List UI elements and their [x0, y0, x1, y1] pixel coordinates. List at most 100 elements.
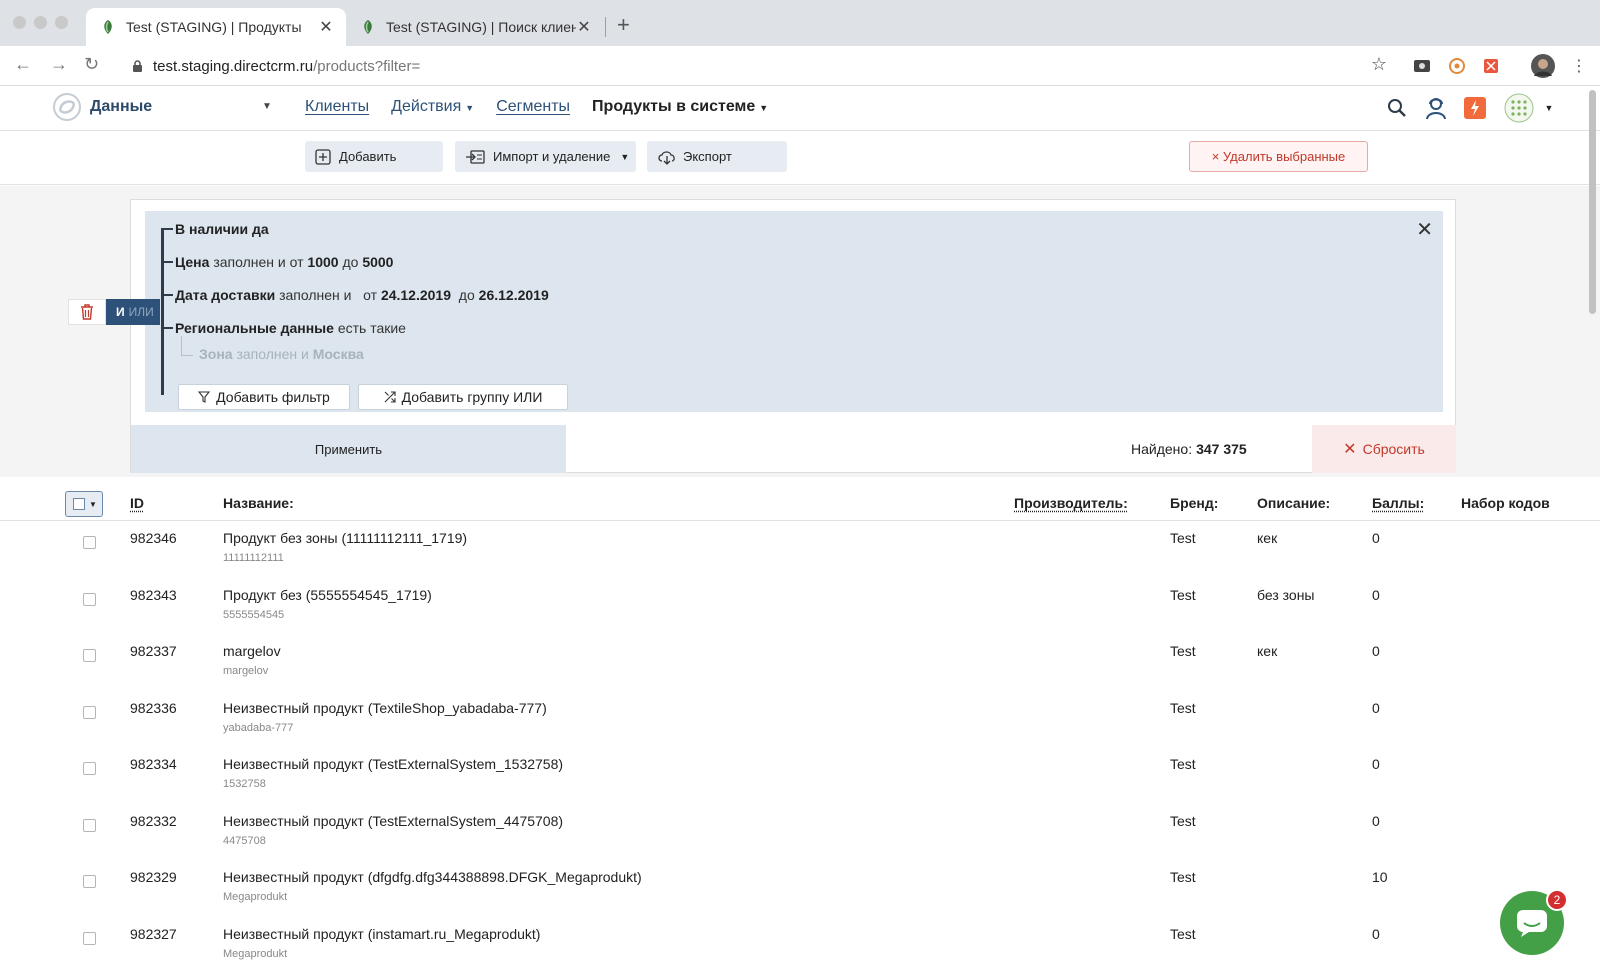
export-button-label: Экспорт — [683, 149, 732, 164]
and-or-toggle[interactable]: И ИЛИ — [106, 299, 160, 325]
row-checkbox[interactable] — [83, 705, 96, 719]
window-zoom-dot[interactable] — [55, 16, 68, 29]
extension-icon[interactable] — [1481, 56, 1501, 76]
browser-menu-icon[interactable]: ⋮ — [1569, 56, 1589, 76]
filter-field: В наличии — [175, 221, 249, 237]
filter-row-price[interactable]: Цена заполнен и от 1000 до 5000 — [161, 254, 393, 270]
row-checkbox[interactable] — [83, 818, 96, 832]
close-icon[interactable]: ✕ — [1416, 217, 1433, 242]
add-filter-button[interactable]: Добавить фильтр — [178, 384, 350, 410]
table-row[interactable]: 982337 margelov margelov Test кек 0 — [0, 635, 1600, 692]
table-row[interactable]: 982327 Неизвестный продукт (instamart.ru… — [0, 918, 1600, 975]
window-minimize-dot[interactable] — [34, 16, 47, 29]
window-close-dot[interactable] — [13, 16, 26, 29]
table-row[interactable]: 982343 Продукт без (5555554545_1719) 555… — [0, 579, 1600, 636]
cell-brand: Test — [1170, 586, 1196, 603]
cell-points: 0 — [1372, 812, 1380, 829]
table-row[interactable]: 982334 Неизвестный продукт (TestExternal… — [0, 748, 1600, 805]
reset-button[interactable]: ✕ Сбросить — [1312, 425, 1456, 473]
lightning-icon[interactable] — [1462, 95, 1488, 121]
filter-operator: заполнен и от — [279, 287, 378, 303]
cell-points: 10 — [1372, 869, 1388, 885]
forward-icon[interactable]: → — [50, 54, 68, 75]
url-field[interactable]: test.staging.directcrm.ru/products?filte… — [120, 51, 1390, 81]
user-support-icon[interactable] — [1423, 95, 1449, 121]
reload-icon[interactable]: ↻ — [84, 54, 99, 75]
cell-brand: Test — [1170, 699, 1196, 716]
table-row[interactable]: 982329 Неизвестный продукт (dfgdfg.dfg34… — [0, 861, 1600, 918]
back-icon[interactable]: ← — [14, 54, 32, 75]
trash-icon[interactable] — [68, 299, 106, 325]
row-checkbox[interactable] — [83, 931, 96, 945]
found-count: Найдено: 347 375 — [1131, 425, 1311, 473]
cell-id: 982327 — [130, 925, 177, 942]
select-all-dropdown[interactable]: ▼ — [65, 491, 103, 517]
cell-description: кек — [1257, 643, 1278, 659]
or-label: ИЛИ — [128, 305, 154, 319]
cell-id: 982336 — [130, 699, 177, 716]
cell-name[interactable]: Продукт без зоны (11111112111_1719) — [223, 530, 467, 546]
filter-row-regional[interactable]: Региональные данные есть такие — [161, 320, 406, 336]
bookmark-star-icon[interactable]: ☆ — [1369, 54, 1389, 74]
row-checkbox[interactable] — [83, 536, 96, 549]
group-controls: И ИЛИ — [68, 299, 160, 325]
filter-value: 24.12.2019 — [380, 287, 452, 303]
filter-row-delivery-date[interactable]: Дата доставки заполнен и от 24.12.2019 д… — [161, 287, 549, 303]
col-id[interactable]: ID — [130, 495, 144, 511]
nav-products[interactable]: Продукты в системе ▼ — [592, 98, 768, 116]
cell-points: 0 — [1372, 530, 1380, 546]
nav-actions[interactable]: Действия ▼ — [391, 98, 474, 116]
table-row[interactable]: 982336 Неизвестный продукт (TextileShop_… — [0, 692, 1600, 749]
cell-name[interactable]: margelov — [223, 643, 281, 659]
export-button[interactable]: Экспорт — [647, 141, 787, 172]
chevron-down-icon[interactable]: ▼ — [262, 101, 272, 112]
col-manufacturer[interactable]: Производитель: — [1014, 495, 1128, 511]
table-row[interactable]: 982346 Продукт без зоны (11111112111_171… — [0, 522, 1600, 579]
page-scrollbar[interactable] — [1589, 90, 1596, 314]
extension-icon[interactable] — [1412, 56, 1432, 76]
cell-name[interactable]: Неизвестный продукт (instamart.ru_Megapr… — [223, 926, 540, 942]
chat-widget-button[interactable]: 2 — [1500, 889, 1568, 955]
cell-brand: Test — [1170, 869, 1196, 885]
nav-clients[interactable]: Клиенты — [305, 98, 369, 116]
extension-icon[interactable] — [1447, 56, 1467, 76]
tab-close-icon[interactable]: ✕ — [318, 17, 334, 37]
nav-segments[interactable]: Сегменты — [496, 98, 570, 116]
new-tab-icon[interactable]: + — [617, 12, 630, 38]
row-checkbox[interactable] — [83, 875, 96, 888]
row-checkbox[interactable] — [83, 649, 96, 662]
chevron-down-icon[interactable]: ▼ — [1536, 95, 1562, 121]
table-row[interactable]: 982332 Неизвестный продукт (TestExternal… — [0, 805, 1600, 862]
browser-tab-client-search[interactable]: Test (STAGING) | Поиск клиен ✕ — [346, 8, 604, 46]
delete-selected-button[interactable]: × Удалить выбранные — [1189, 141, 1368, 172]
cell-name[interactable]: Продукт без (5555554545_1719) — [223, 587, 432, 603]
browser-tab-products[interactable]: Test (STAGING) | Продукты ✕ — [86, 8, 346, 46]
filter-row-in-stock[interactable]: В наличии да — [161, 221, 269, 237]
col-points[interactable]: Баллы: — [1372, 495, 1424, 511]
row-checkbox[interactable] — [83, 592, 96, 606]
cell-name[interactable]: Неизвестный продукт (dfgdfg.dfg344388898… — [223, 869, 642, 885]
cell-name[interactable]: Неизвестный продукт (TextileShop_yabadab… — [223, 700, 547, 716]
cell-sku: 4475708 — [223, 834, 266, 847]
cell-sku: yabadaba-777 — [223, 721, 294, 734]
cell-name[interactable]: Неизвестный продукт (TestExternalSystem_… — [223, 756, 563, 772]
filter-operator: заполнен и от — [213, 254, 304, 270]
cell-sku: Megaprodukt — [223, 947, 288, 960]
tab-close-icon[interactable]: ✕ — [576, 17, 592, 37]
apps-grid-icon[interactable] — [1503, 92, 1535, 124]
row-checkbox[interactable] — [83, 762, 96, 775]
import-delete-button[interactable]: Импорт и удаление ▼ — [455, 141, 636, 172]
tree-tick — [161, 294, 173, 296]
add-button[interactable]: Добавить — [305, 141, 443, 172]
cell-name[interactable]: Неизвестный продукт (TestExternalSystem_… — [223, 813, 563, 829]
cell-sku: 5555554545 — [223, 608, 285, 621]
profile-avatar[interactable] — [1531, 54, 1555, 78]
apply-button[interactable]: Применить — [131, 425, 566, 473]
add-or-group-button[interactable]: Добавить группу ИЛИ — [358, 384, 568, 410]
filter-subrow-zone[interactable]: Зона заполнен и Москва — [181, 336, 364, 362]
cell-description: без зоны — [1257, 586, 1315, 603]
section-switcher[interactable]: Данные — [52, 92, 152, 122]
table-header: ▼ ID Название: Производитель: Бренд: Опи… — [0, 483, 1600, 521]
search-icon[interactable] — [1384, 95, 1410, 121]
select-all-checkbox[interactable] — [73, 498, 85, 510]
